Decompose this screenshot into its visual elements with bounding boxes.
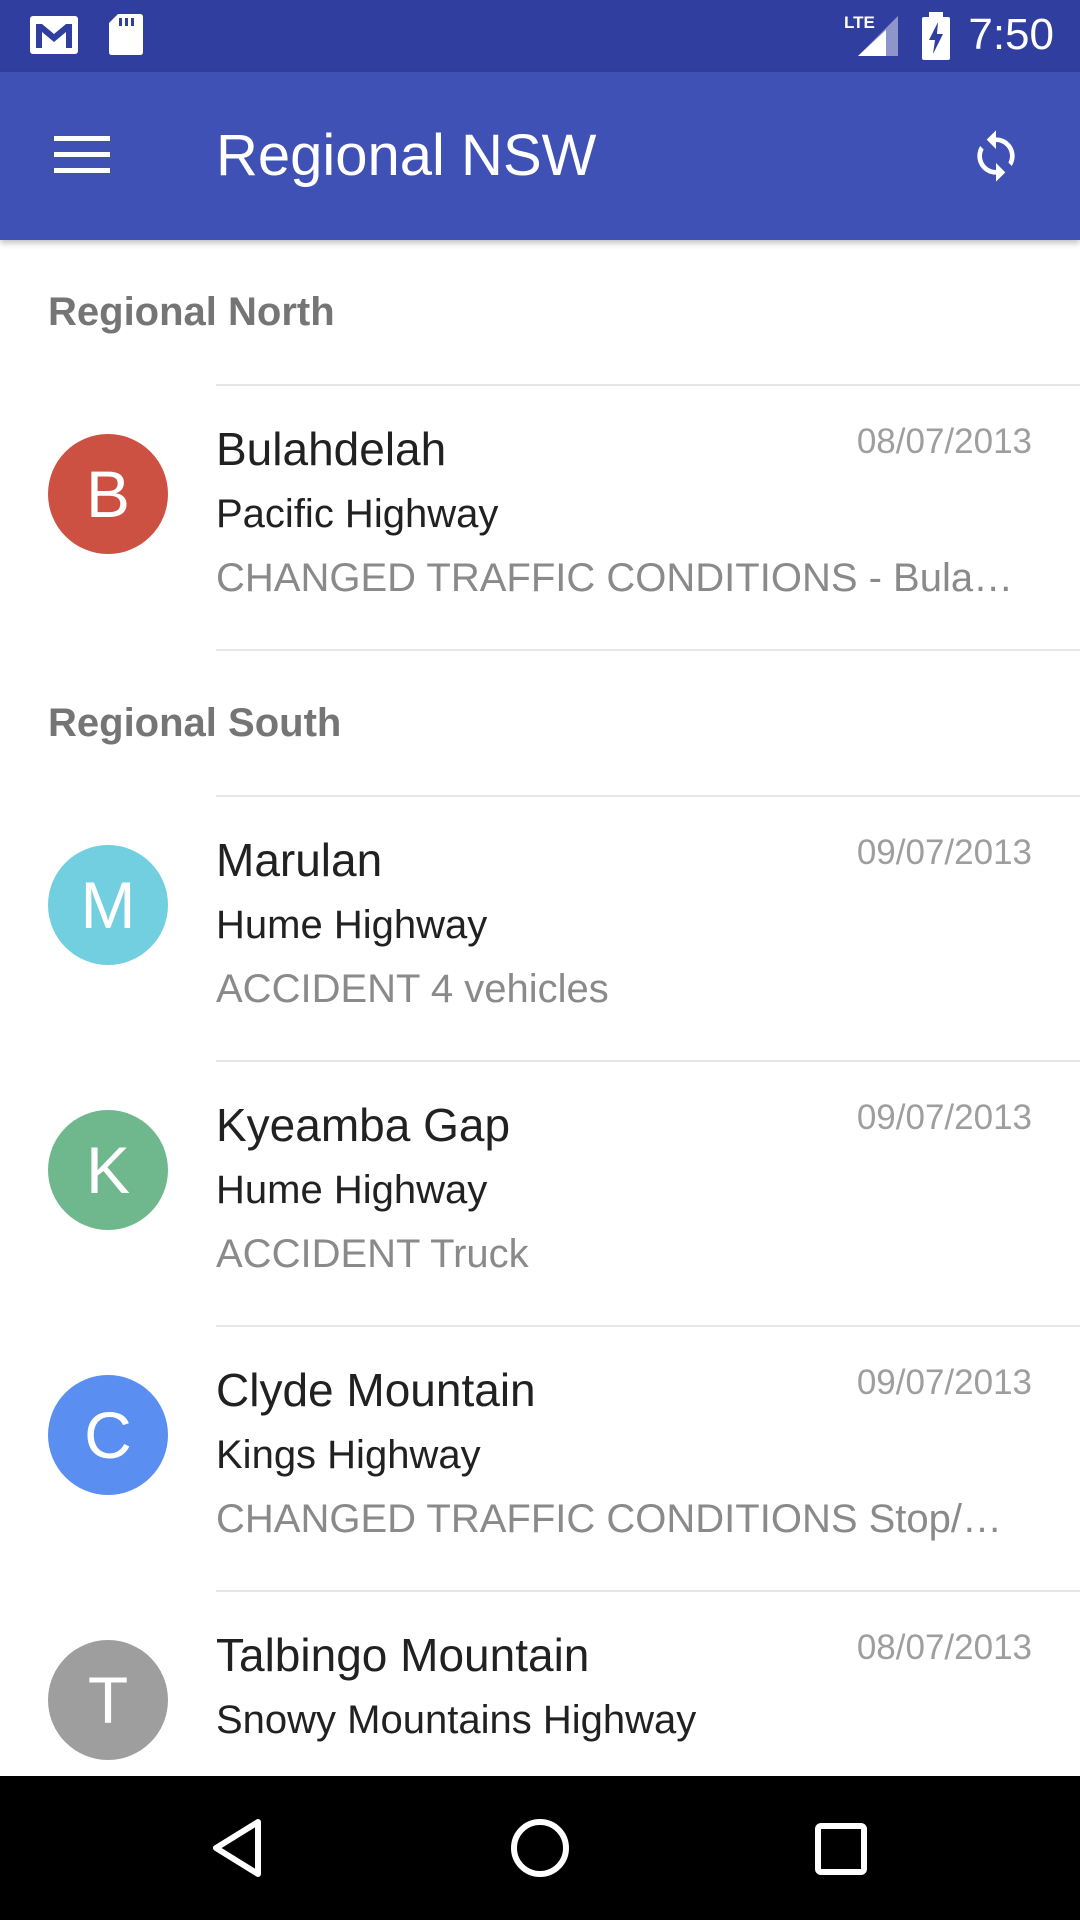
page-title: Regional NSW [216,123,597,188]
section-header-regional-north: Regional North [0,240,1080,384]
item-road: Pacific Highway [216,492,499,536]
item-date: 09/07/2013 [856,1363,1032,1402]
list-item[interactable]: M Marulan 09/07/2013 Hume Highway ACCIDE… [0,795,1080,1060]
item-road: Hume Highway [216,903,488,947]
incident-list: Regional North B Bulahdelah 08/07/2013 P… [0,240,1080,1776]
section-title: Regional North [48,290,335,334]
hamburger-menu-icon [54,136,110,173]
item-road: Kings Highway [216,1433,481,1477]
back-button[interactable] [200,1808,280,1888]
app-bar: Regional NSW [0,72,1080,240]
item-title: Kyeamba Gap [216,1099,511,1151]
item-date: 08/07/2013 [856,1628,1032,1667]
menu-button[interactable] [30,102,138,210]
item-title: Bulahdelah [216,423,447,475]
home-icon [511,1819,569,1877]
recents-button[interactable] [800,1808,880,1888]
item-description: ACCIDENT Truck [216,1232,529,1276]
refresh-button[interactable] [942,102,1050,210]
item-description: CHANGED TRAFFIC CONDITIONS - Bulahdelah [216,556,1026,600]
section-title: Regional South [48,701,342,745]
item-date: 09/07/2013 [856,1098,1032,1137]
item-date: 08/07/2013 [856,422,1032,461]
divider [216,1060,1080,1062]
home-button[interactable] [500,1808,580,1888]
avatar: K [48,1110,168,1230]
lte-signal-icon: LTE [842,10,902,65]
divider [216,384,1080,386]
status-time: 7:50 [968,10,1054,59]
item-title: Clyde Mountain [216,1364,536,1416]
list-item[interactable]: B Bulahdelah 08/07/2013 Pacific Highway … [0,384,1080,649]
status-bar: LTE 7:50 [0,0,1080,72]
divider [216,1325,1080,1327]
list-item[interactable]: T Talbingo Mountain 08/07/2013 Snowy Mou… [0,1590,1080,1776]
item-road: Snowy Mountains Highway [216,1698,697,1742]
avatar: M [48,845,168,965]
item-description: CHANGED TRAFFIC CONDITIONS Stop/Slow [216,1497,1026,1541]
divider [216,795,1080,797]
item-description: ACCIDENT 4 vehicles [216,967,609,1011]
item-date: 09/07/2013 [856,833,1032,872]
list-item[interactable]: C Clyde Mountain 09/07/2013 Kings Highwa… [0,1325,1080,1590]
item-road: Hume Highway [216,1168,488,1212]
avatar: C [48,1375,168,1495]
back-icon [213,1819,261,1877]
refresh-icon [977,130,1015,182]
item-title: Talbingo Mountain [216,1629,590,1681]
gmail-icon [28,12,80,63]
section-header-regional-south: Regional South [0,651,1080,795]
system-nav-bar [0,1776,1080,1920]
avatar: B [48,434,168,554]
avatar: T [48,1640,168,1760]
recents-icon [815,1823,867,1875]
lte-label: LTE [844,13,875,32]
battery-charging-icon [920,12,952,67]
item-title: Marulan [216,834,383,886]
divider [216,1590,1080,1592]
sd-card-icon [108,12,144,61]
list-item[interactable]: K Kyeamba Gap 09/07/2013 Hume Highway AC… [0,1060,1080,1325]
